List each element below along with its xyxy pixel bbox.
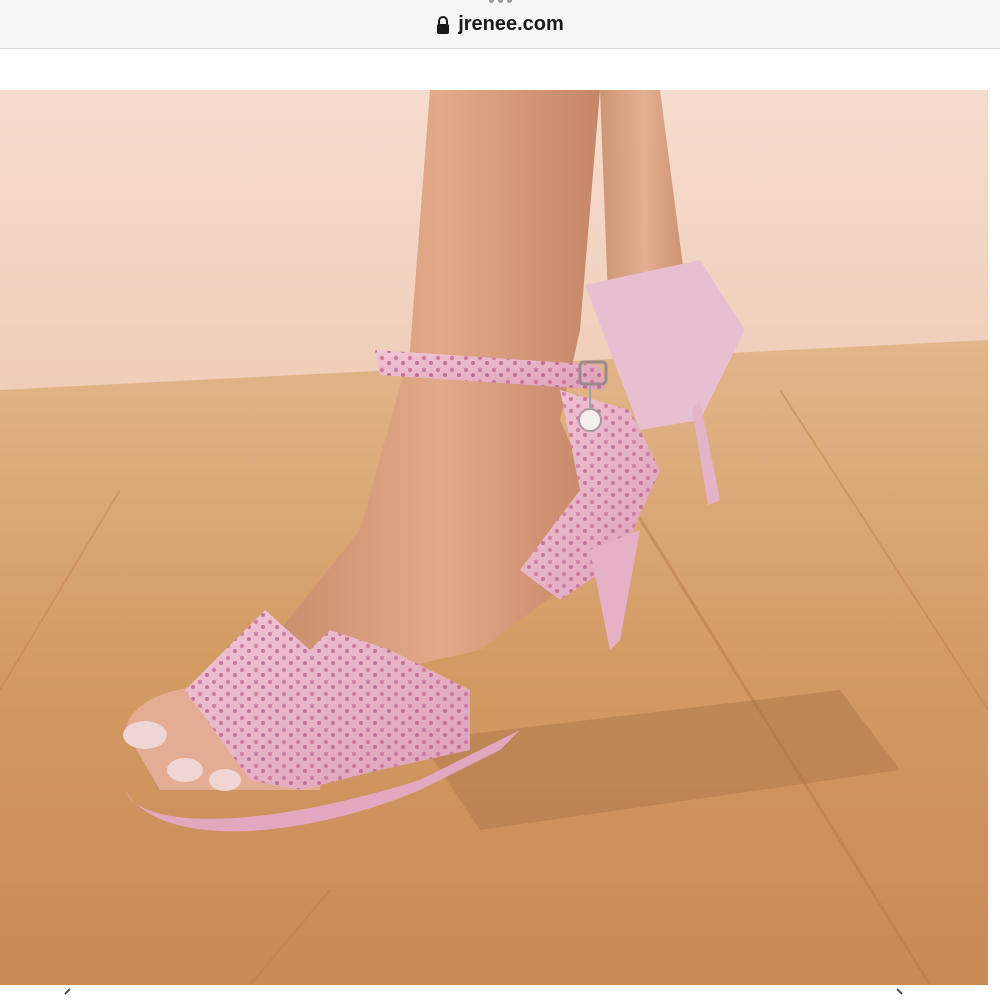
chevron-left-icon[interactable] xyxy=(60,986,74,1000)
browser-address-bar: jrenee.com xyxy=(0,0,1000,49)
sandal-image xyxy=(0,90,988,985)
tab-grabber[interactable] xyxy=(482,0,518,6)
url-bar[interactable]: jrenee.com xyxy=(0,13,1000,36)
url-text: jrenee.com xyxy=(458,13,564,35)
product-photo xyxy=(0,90,988,985)
lock-icon xyxy=(437,15,450,34)
chevron-right-icon[interactable] xyxy=(893,986,907,1000)
